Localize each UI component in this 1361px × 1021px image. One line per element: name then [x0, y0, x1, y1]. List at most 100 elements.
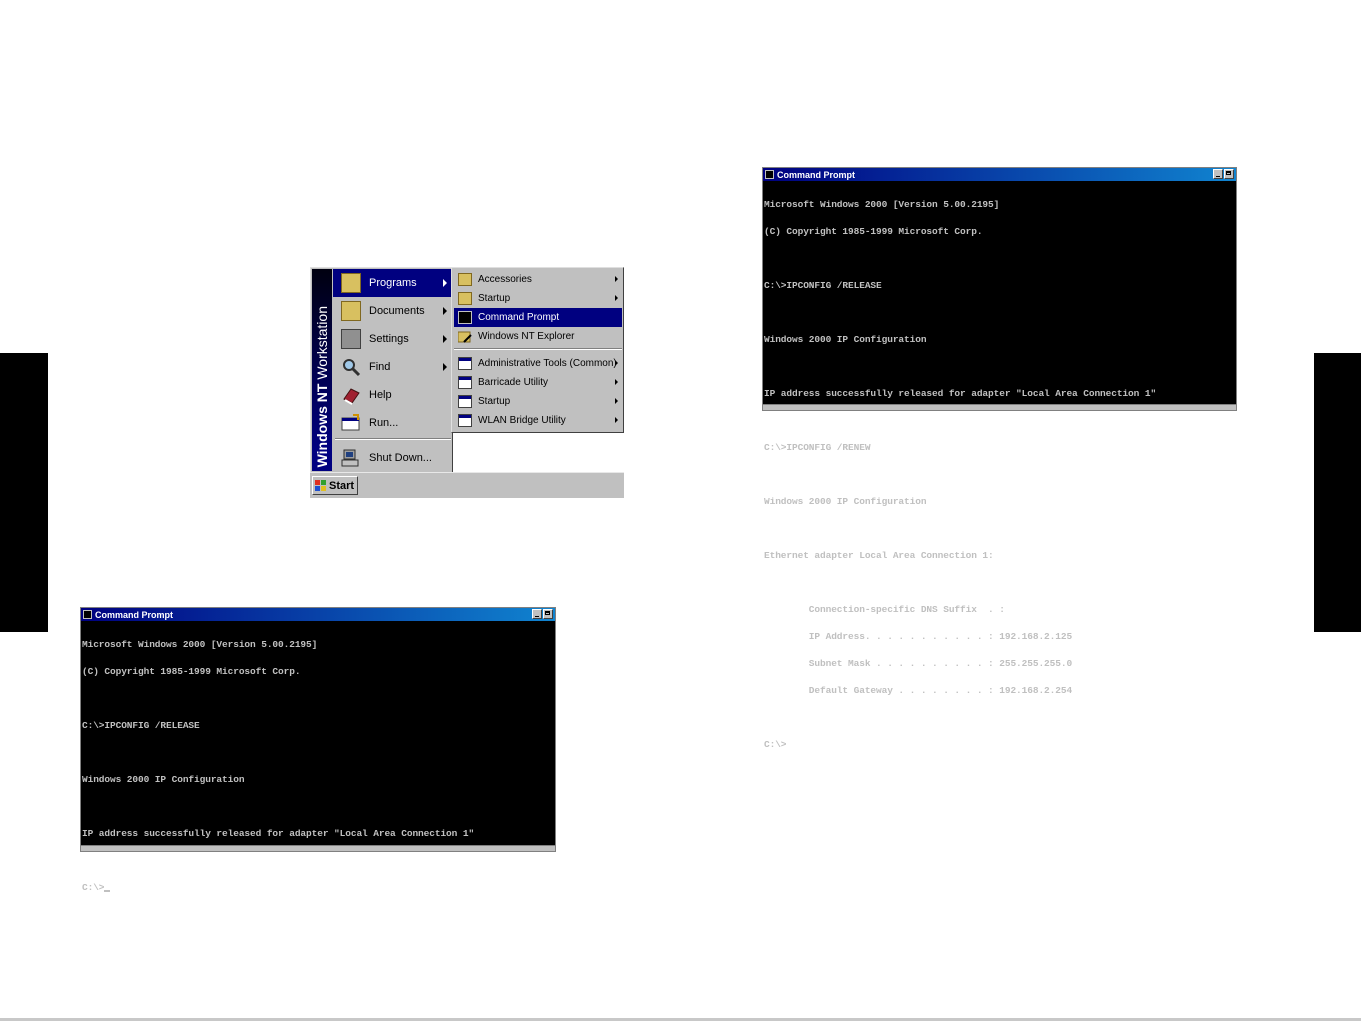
minimize-button[interactable] — [532, 609, 542, 619]
console-line: Microsoft Windows 2000 [Version 5.00.219… — [82, 639, 318, 650]
menu-item-label: Shut Down... — [369, 452, 432, 464]
submenu-item-label: WLAN Bridge Utility — [478, 415, 566, 426]
menu-item-label: Documents — [369, 305, 425, 317]
submenu-item-label: Startup — [478, 396, 511, 407]
command-prompt-icon — [458, 311, 472, 324]
submenu-item-wlan-bridge-utility[interactable]: WLAN Bridge Utility — [454, 411, 622, 430]
console-line: IP address successfully released for ada… — [764, 388, 1157, 399]
programs-folder-icon — [341, 273, 361, 293]
submenu-item-label: Startup — [478, 293, 511, 304]
maximize-button[interactable] — [543, 609, 553, 619]
console-line: Windows 2000 IP Configuration — [764, 334, 927, 345]
console-line: C:\>IPCONFIG /RENEW — [764, 442, 871, 453]
menu-item-shut-down[interactable]: Shut Down... — [333, 444, 451, 472]
window-title: Command Prompt — [777, 169, 856, 180]
settings-icon — [341, 329, 361, 349]
submenu-item-administrative-tools[interactable]: Administrative Tools (Common) — [454, 354, 622, 373]
submenu-arrow-icon — [615, 417, 618, 423]
start-menu: Windows NT Workstation Programs Document… — [310, 267, 453, 473]
menu-item-find[interactable]: Find — [333, 353, 451, 381]
minimize-button[interactable] — [1213, 169, 1223, 179]
menu-item-run[interactable]: Run... — [333, 409, 451, 437]
menu-item-programs[interactable]: Programs — [333, 269, 451, 297]
run-icon — [341, 413, 361, 433]
find-magnifier-icon — [341, 357, 361, 377]
console-line: Ethernet adapter Local Area Connection 1… — [764, 550, 994, 561]
submenu-arrow-icon — [615, 276, 618, 282]
menu-item-label: Programs — [369, 277, 417, 289]
banner-text: Windows NT Workstation — [314, 305, 330, 467]
console-prompt: C:\> — [82, 882, 105, 893]
submenu-arrow-icon — [615, 360, 618, 366]
command-prompt-icon — [765, 170, 774, 179]
right-edge-tab — [1314, 353, 1361, 632]
console-line: Windows 2000 IP Configuration — [764, 496, 927, 507]
window-bottom-border — [763, 404, 1236, 410]
text-cursor — [104, 890, 111, 892]
window-titlebar: Command Prompt — [81, 608, 555, 621]
submenu-item-label: Command Prompt — [478, 312, 560, 323]
menu-item-label: Run... — [369, 417, 399, 429]
command-prompt-window-renew: Command Prompt Microsoft Windows 2000 [V… — [762, 167, 1237, 749]
console-output[interactable]: Microsoft Windows 2000 [Version 5.00.219… — [82, 622, 554, 910]
documents-folder-icon — [341, 301, 361, 321]
console-line: C:\>IPCONFIG /RELEASE — [764, 280, 882, 291]
submenu-item-command-prompt[interactable]: Command Prompt — [454, 308, 622, 327]
left-edge-tab — [0, 353, 48, 632]
start-button[interactable]: Start — [312, 476, 358, 495]
menu-item-settings[interactable]: Settings — [333, 325, 451, 353]
console-prompt-line: C:\> — [82, 883, 554, 892]
menu-item-help[interactable]: Help — [333, 381, 451, 409]
program-group-icon — [458, 357, 472, 370]
submenu-arrow-icon — [443, 335, 447, 343]
submenu-arrow-icon — [443, 279, 447, 287]
submenu-separator — [454, 348, 622, 350]
windows-logo-icon — [315, 479, 327, 492]
submenu-item-startup-2[interactable]: Startup — [454, 392, 622, 411]
program-group-icon — [458, 395, 472, 408]
maximize-button[interactable] — [1224, 169, 1234, 179]
console-line: Microsoft Windows 2000 [Version 5.00.219… — [764, 199, 1000, 210]
console-line: (C) Copyright 1985-1999 Microsoft Corp. — [764, 226, 983, 237]
explorer-icon — [457, 330, 472, 343]
console-line: Windows 2000 IP Configuration — [82, 774, 245, 785]
console-output[interactable]: Microsoft Windows 2000 [Version 5.00.219… — [764, 182, 1235, 767]
program-group-icon — [458, 414, 472, 427]
console-line: Subnet Mask . . . . . . . . . . : 255.25… — [764, 658, 1073, 669]
submenu-arrow-icon — [615, 295, 618, 301]
submenu-item-label: Accessories — [478, 274, 532, 285]
menu-item-label: Settings — [369, 333, 409, 345]
window-titlebar: Command Prompt — [763, 168, 1236, 181]
submenu-arrow-icon — [615, 398, 618, 404]
submenu-item-startup[interactable]: Startup — [454, 289, 622, 308]
menu-item-documents[interactable]: Documents — [333, 297, 451, 325]
submenu-item-windows-nt-explorer[interactable]: Windows NT Explorer — [454, 327, 622, 346]
submenu-item-barricade-utility[interactable]: Barricade Utility — [454, 373, 622, 392]
console-line: C:\> — [764, 739, 787, 750]
submenu-item-label: Barricade Utility — [478, 377, 549, 388]
program-group-icon — [458, 376, 472, 389]
console-line: IP Address. . . . . . . . . . . : 192.16… — [764, 631, 1073, 642]
shut-down-computer-icon — [341, 448, 361, 468]
menu-separator — [335, 438, 451, 440]
menu-item-label: Find — [369, 361, 391, 373]
start-button-label: Start — [329, 479, 355, 492]
program-group-icon — [458, 292, 472, 305]
command-prompt-icon — [83, 610, 92, 619]
start-menu-screenshot: Windows NT Workstation Programs Document… — [310, 267, 624, 498]
console-line: (C) Copyright 1985-1999 Microsoft Corp. — [82, 666, 301, 677]
submenu-item-label: Administrative Tools (Common) — [478, 358, 617, 369]
submenu-arrow-icon — [615, 379, 618, 385]
submenu-item-accessories[interactable]: Accessories — [454, 270, 622, 289]
window-bottom-border — [81, 845, 555, 851]
submenu-arrow-icon — [443, 307, 447, 315]
